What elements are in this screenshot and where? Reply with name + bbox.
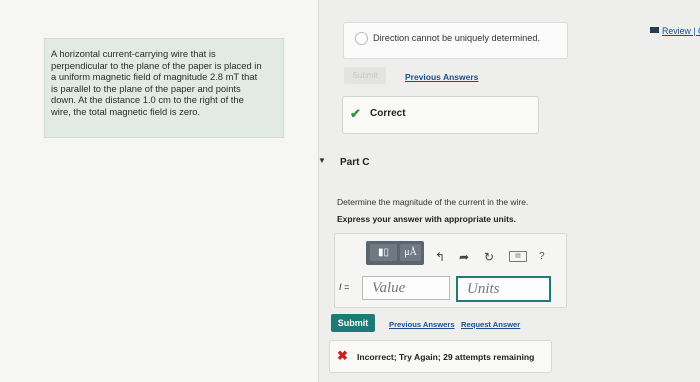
variable-label: I =	[339, 282, 350, 292]
templates-button[interactable]: ▮▯	[370, 244, 397, 261]
problem-line: wire, the total magnetic field is zero.	[51, 105, 201, 117]
problem-statement-box: A horizontal current-carrying wire that …	[44, 38, 284, 138]
part-c-previous-answers-link[interactable]: Previous Answers	[389, 320, 455, 329]
help-icon[interactable]: ?	[539, 251, 545, 262]
part-c-title[interactable]: Part C	[340, 157, 369, 168]
part-c-instruction: Express your answer with appropriate uni…	[337, 214, 517, 224]
units-button[interactable]: μÅ	[400, 244, 421, 261]
part-b-feedback-box: ✔ Correct	[342, 96, 539, 134]
panel-divider	[318, 0, 319, 382]
problem-statement: A horizontal current-carrying wire that …	[51, 48, 279, 117]
part-c-submit-button[interactable]: Submit	[331, 314, 375, 332]
review-link[interactable]: Review | C	[650, 26, 700, 36]
part-c-feedback-box: ✖ Incorrect; Try Again; 29 attempts rema…	[329, 340, 552, 373]
request-answer-link[interactable]: Request Answer	[461, 320, 520, 329]
math-toolbar: ▮▯ μÅ	[366, 241, 424, 265]
x-icon: ✖	[337, 348, 348, 363]
part-b-feedback-text: Correct	[370, 108, 406, 119]
answer-option-label: Direction cannot be uniquely determined.	[373, 33, 541, 43]
reset-icon[interactable]: ↻	[484, 250, 494, 264]
problem-line: down. At the distance 1.0 cm to the righ…	[51, 94, 244, 105]
part-b-previous-answers-link[interactable]: Previous Answers	[405, 72, 478, 82]
check-icon: ✔	[350, 106, 361, 121]
keyboard-shortcuts-icon[interactable]: ▤	[509, 251, 527, 262]
collapse-caret-icon[interactable]: ▼	[318, 156, 326, 165]
part-c-feedback-text: Incorrect; Try Again; 29 attempts remain…	[357, 352, 535, 362]
radio-button[interactable]	[355, 32, 368, 45]
part-c-question: Determine the magnitude of the current i…	[337, 197, 529, 207]
problem-panel: A horizontal current-carrying wire that …	[0, 0, 318, 382]
review-link-label[interactable]: Review | C	[662, 26, 700, 36]
undo-icon[interactable]: ↰	[435, 250, 445, 264]
problem-line: a uniform magnetic field of magnitude 2.…	[51, 71, 258, 82]
value-input[interactable]	[362, 276, 450, 300]
redo-icon[interactable]: ➦	[459, 250, 469, 264]
problem-line: perpendicular to the plane of the paper …	[51, 59, 262, 71]
book-icon	[650, 27, 659, 33]
problem-line: A horizontal current-carrying wire that …	[51, 48, 216, 59]
units-input[interactable]	[456, 276, 551, 302]
answer-option-direction-undetermined[interactable]: Direction cannot be uniquely determined.	[343, 22, 568, 59]
part-b-submit-button: Submit	[344, 67, 386, 84]
problem-line: is parallel to the plane of the paper an…	[51, 82, 241, 94]
